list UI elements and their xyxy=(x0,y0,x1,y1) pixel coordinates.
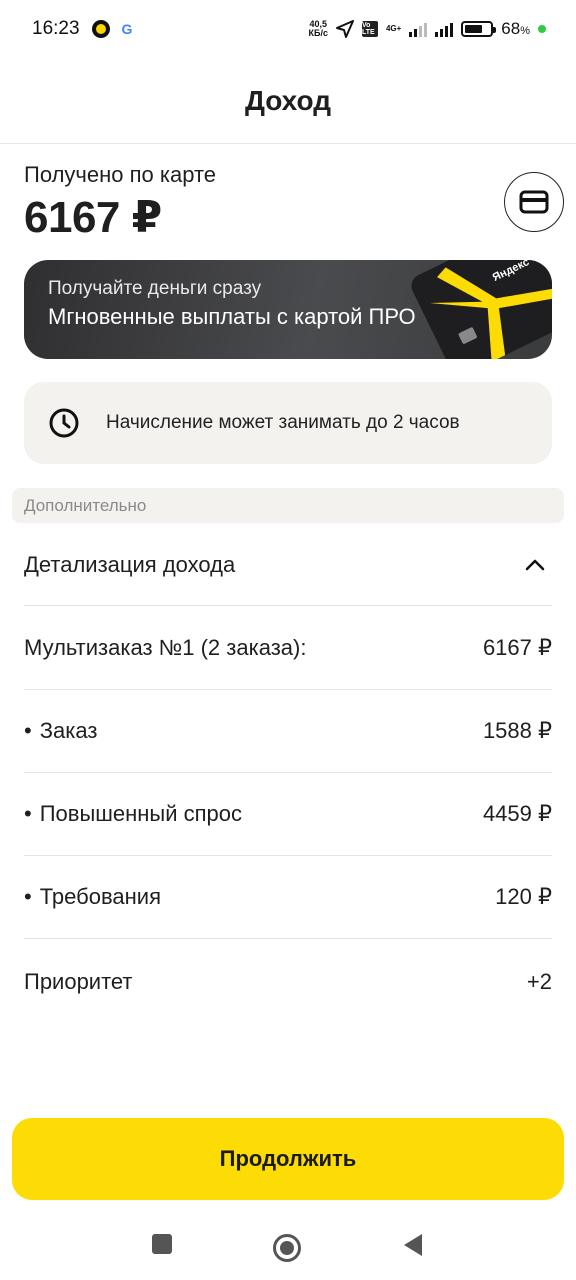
detail-row-requirements: • Требования 120 ₽ xyxy=(24,856,552,939)
promo-banner[interactable]: Яндекс Получайте деньги сразу Мгновенные… xyxy=(24,260,552,359)
signal-bars-icon-2 xyxy=(435,21,454,37)
yandex-pro-app-icon xyxy=(91,20,110,38)
credit-card-icon xyxy=(519,190,549,214)
recents-button[interactable] xyxy=(152,1234,172,1254)
location-arrow-icon xyxy=(335,20,354,38)
pro-card-image: Яндекс xyxy=(407,260,552,359)
network-type: 4G+ xyxy=(385,24,402,33)
detail-row-value: 1588 ₽ xyxy=(482,718,552,743)
detail-row-label: Повышенный спрос xyxy=(39,801,243,826)
system-nav-bar xyxy=(0,1210,576,1280)
volte-badge: Vo LTE xyxy=(361,21,378,37)
card-button[interactable] xyxy=(504,172,564,232)
page-title: Доход xyxy=(244,84,332,116)
detail-row-value: 120 ₽ xyxy=(495,884,552,909)
income-details-toggle[interactable]: Детализация дохода xyxy=(24,524,552,606)
detail-row-value: 4459 ₽ xyxy=(482,801,552,826)
detail-row-value: 6167 ₽ xyxy=(482,635,552,660)
promo-subtitle: Получайте деньги сразу xyxy=(48,278,262,299)
detail-row-label-wrap: • Заказ xyxy=(24,718,97,744)
income-details-label: Детализация дохода xyxy=(24,551,236,577)
received-label: Получено по карте xyxy=(24,162,217,187)
privacy-indicator-dot xyxy=(538,25,546,33)
promo-title: Мгновенные выплаты с картой ПРО xyxy=(48,304,416,329)
income-screen: 16:23 G 40,5 КБ/с Vo LTE 4G+ 68% Доход П… xyxy=(0,0,576,1280)
continue-button[interactable]: Продолжить xyxy=(12,1118,564,1200)
chevron-up-icon xyxy=(525,559,545,570)
bullet: • xyxy=(24,884,32,909)
back-button[interactable] xyxy=(404,1234,422,1256)
bullet: • xyxy=(24,801,32,826)
bullet: • xyxy=(24,718,32,743)
detail-row-priority: Приоритет +2 xyxy=(24,940,552,1023)
accrual-info: Начисление может занимать до 2 часов xyxy=(24,382,552,464)
google-icon: G xyxy=(121,21,133,37)
home-button[interactable] xyxy=(273,1234,301,1262)
detail-row-multiorder: Мультизаказ №1 (2 заказа): 6167 ₽ xyxy=(24,607,552,690)
detail-row-label: Мультизаказ №1 (2 заказа): xyxy=(24,635,307,660)
battery-icon xyxy=(461,21,497,37)
clock: 16:23 xyxy=(32,18,80,39)
detail-row-label-wrap: • Требования xyxy=(24,884,161,910)
network-speed: 40,5 КБ/с xyxy=(308,20,327,38)
network-speed-unit: КБ/с xyxy=(308,28,328,38)
detail-row-surge: • Повышенный спрос 4459 ₽ xyxy=(24,773,552,856)
detail-row-order: • Заказ 1588 ₽ xyxy=(24,690,552,773)
detail-row-label: Приоритет xyxy=(24,968,133,994)
status-bar-left: 16:23 G xyxy=(32,18,132,40)
detail-row-label-wrap: • Повышенный спрос xyxy=(24,801,242,827)
status-bar-right: 40,5 КБ/с Vo LTE 4G+ 68% xyxy=(308,19,546,39)
detail-row-label: Заказ xyxy=(39,718,98,743)
detail-row-label: Требования xyxy=(39,884,161,909)
app-header: Доход xyxy=(0,58,576,144)
detail-row-value: +2 xyxy=(526,968,552,994)
clock-icon xyxy=(49,408,79,438)
signal-bars-icon xyxy=(409,21,428,37)
battery-level: 68% xyxy=(501,19,530,38)
status-bar: 16:23 G 40,5 КБ/с Vo LTE 4G+ 68% xyxy=(0,0,576,58)
received-amount: 6167 ₽ xyxy=(24,193,162,242)
section-additional: Дополнительно xyxy=(12,488,564,523)
accrual-info-text: Начисление может занимать до 2 часов xyxy=(106,412,460,433)
